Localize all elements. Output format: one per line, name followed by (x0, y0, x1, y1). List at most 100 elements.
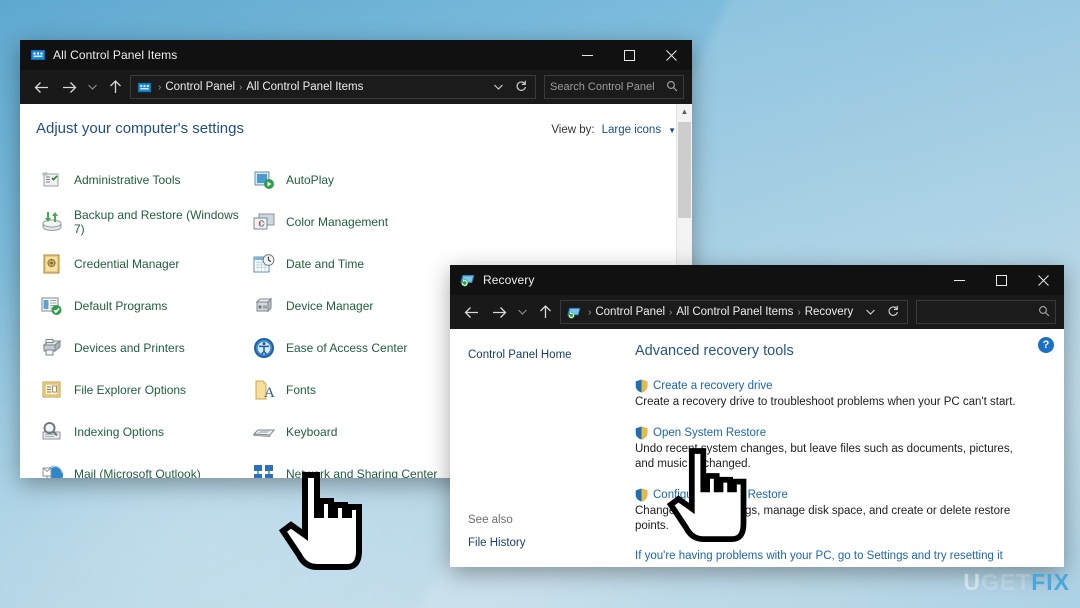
recovery-tool-link-row[interactable]: Open System Restore (635, 426, 1036, 440)
maximize-icon[interactable] (980, 265, 1022, 295)
minimize-icon[interactable] (566, 40, 608, 70)
recovery-tool-link-row[interactable]: Configure System Restore (635, 488, 1036, 502)
close-icon[interactable] (650, 40, 692, 70)
recent-locations-chevron-down-icon[interactable] (84, 74, 100, 100)
forward-arrow-icon[interactable] (486, 299, 512, 325)
control-panel-header-row: Adjust your computer's settings View by:… (20, 104, 692, 145)
search-icon (666, 80, 678, 95)
shield-icon (635, 488, 648, 502)
help-icon[interactable]: ? (1038, 337, 1054, 353)
recovery-search-input[interactable] (916, 300, 1056, 324)
control-panel-item-credential-manager[interactable]: Credential Manager (36, 243, 248, 285)
back-arrow-icon[interactable] (28, 74, 54, 100)
autoplay-icon (252, 168, 276, 192)
up-arrow-icon[interactable] (102, 74, 128, 100)
recovery-tool-configure-system-restore: Configure System Restore Change restore … (635, 488, 1036, 534)
control-panel-item-date-and-time[interactable]: Date and Time (248, 243, 460, 285)
breadcrumb-item-all-control-panel-items[interactable]: All Control Panel Items (246, 81, 363, 93)
file-explorer-options-icon (40, 378, 64, 402)
control-panel-title: All Control Panel Items (53, 48, 178, 62)
breadcrumb-item-control-panel[interactable]: Control Panel (595, 306, 665, 318)
control-panel-item-file-explorer-options[interactable]: File Explorer Options (36, 369, 248, 411)
control-panel-item-fonts[interactable]: A Fonts (248, 369, 460, 411)
control-panel-item-label: File Explorer Options (74, 383, 187, 397)
refresh-icon[interactable] (511, 80, 531, 95)
control-panel-item-network-and-sharing-center[interactable]: Network and Sharing Center (248, 453, 460, 478)
control-panel-titlebar[interactable]: All Control Panel Items (20, 40, 692, 70)
fonts-icon: A (252, 378, 276, 402)
control-panel-item-administrative-tools[interactable]: Administrative Tools (36, 159, 248, 201)
maximize-icon[interactable] (608, 40, 650, 70)
control-panel-item-ease-of-access-center[interactable]: Ease of Access Center (248, 327, 460, 369)
credential-manager-icon (40, 252, 64, 276)
recovery-navbar[interactable]: › Control Panel › All Control Panel Item… (450, 295, 1064, 329)
forward-arrow-icon[interactable] (56, 74, 82, 100)
breadcrumb-item-control-panel[interactable]: Control Panel (165, 81, 235, 93)
control-panel-item-label: Mail (Microsoft Outlook) (74, 467, 201, 478)
control-panel-item-indexing-options[interactable]: Indexing Options (36, 411, 248, 453)
control-panel-item-autoplay[interactable]: AutoPlay (248, 159, 460, 201)
shield-icon (635, 426, 648, 440)
indexing-options-icon (40, 420, 64, 444)
view-by-control[interactable]: View by: Large icons ▼ (551, 124, 676, 137)
hand-pointer-cursor-control-panel (277, 467, 371, 584)
sidebar-item-file-history[interactable]: File History (468, 537, 625, 549)
recovery-tool-description: Change restore settings, manage disk spa… (635, 505, 1011, 532)
breadcrumb-item-all-control-panel-items[interactable]: All Control Panel Items (676, 306, 793, 318)
breadcrumb-item-recovery[interactable]: Recovery (805, 306, 854, 318)
breadcrumb-chevron-down-icon[interactable] (861, 307, 880, 318)
recovery-heading: Advanced recovery tools (635, 343, 794, 359)
control-panel-item-color-management[interactable]: Color Management (248, 201, 460, 243)
recovery-content: Control Panel Home See also File History… (450, 329, 1064, 567)
control-panel-item-backup-and-restore[interactable]: Backup and Restore (Windows 7) (36, 201, 248, 243)
ease-of-access-icon (252, 336, 276, 360)
control-panel-item-keyboard[interactable]: Keyboard (248, 411, 460, 453)
default-programs-icon (40, 294, 64, 318)
recovery-tool-link[interactable]: Open System Restore (653, 427, 766, 439)
up-arrow-icon[interactable] (532, 299, 558, 325)
sidebar-item-control-panel-home[interactable]: Control Panel Home (468, 349, 625, 361)
control-panel-item-devices-and-printers[interactable]: Devices and Printers (36, 327, 248, 369)
watermark: U GET FIX (963, 569, 1070, 596)
recovery-footer-link[interactable]: If you're having problems with your PC, … (635, 550, 1036, 562)
view-by-label: View by: (551, 124, 595, 136)
recovery-tool-description: Undo recent system changes, but leave fi… (635, 443, 1013, 470)
breadcrumb-control-panel-icon (137, 80, 152, 95)
breadcrumb-chevron-down-icon[interactable] (489, 82, 508, 93)
back-arrow-icon[interactable] (458, 299, 484, 325)
recovery-tool-create-recovery-drive: Create a recovery drive Create a recover… (635, 379, 1036, 410)
scroll-up-icon[interactable]: ▲ (677, 104, 692, 119)
control-panel-item-label: Device Manager (286, 299, 374, 313)
breadcrumb-separator: › (797, 306, 801, 318)
breadcrumb-recovery-icon (567, 305, 582, 320)
recovery-tool-link[interactable]: Create a recovery drive (653, 380, 773, 392)
scrollbar-thumb[interactable] (678, 122, 691, 218)
minimize-icon[interactable] (938, 265, 980, 295)
keyboard-icon (252, 420, 276, 444)
close-icon[interactable] (1022, 265, 1064, 295)
view-by-value[interactable]: Large icons (602, 124, 661, 136)
see-also-label: See also (468, 514, 513, 526)
search-input[interactable]: Search Control Panel (544, 75, 684, 99)
control-panel-item-mail[interactable]: Mail (Microsoft Outlook) (36, 453, 248, 478)
recovery-titlebar[interactable]: Recovery (450, 265, 1064, 295)
control-panel-item-device-manager[interactable]: Device Manager (248, 285, 460, 327)
refresh-icon[interactable] (883, 305, 903, 320)
recovery-breadcrumb[interactable]: › Control Panel › All Control Panel Item… (560, 300, 908, 324)
recovery-tool-description: Create a recovery drive to troubleshoot … (635, 396, 1016, 408)
control-panel-item-label: Ease of Access Center (286, 341, 408, 355)
control-panel-breadcrumb[interactable]: › Control Panel › All Control Panel Item… (130, 75, 536, 99)
watermark-part-2: GET (980, 569, 1032, 595)
recovery-window[interactable]: Recovery › Control Panel › All Control P… (450, 265, 1064, 567)
control-panel-item-label: Backup and Restore (Windows 7) (74, 208, 239, 236)
recovery-main-panel: ? Advanced recovery tools Create a recov… (625, 329, 1064, 567)
control-panel-item-label: Network and Sharing Center (286, 467, 438, 478)
chevron-down-icon[interactable]: ▼ (668, 126, 676, 135)
control-panel-item-label: Credential Manager (74, 257, 180, 271)
recent-locations-chevron-down-icon[interactable] (514, 299, 530, 325)
control-panel-navbar[interactable]: › Control Panel › All Control Panel Item… (20, 70, 692, 104)
recovery-tool-link[interactable]: Configure System Restore (653, 489, 788, 501)
control-panel-item-default-programs[interactable]: Default Programs (36, 285, 248, 327)
recovery-tool-link-row[interactable]: Create a recovery drive (635, 379, 1036, 393)
